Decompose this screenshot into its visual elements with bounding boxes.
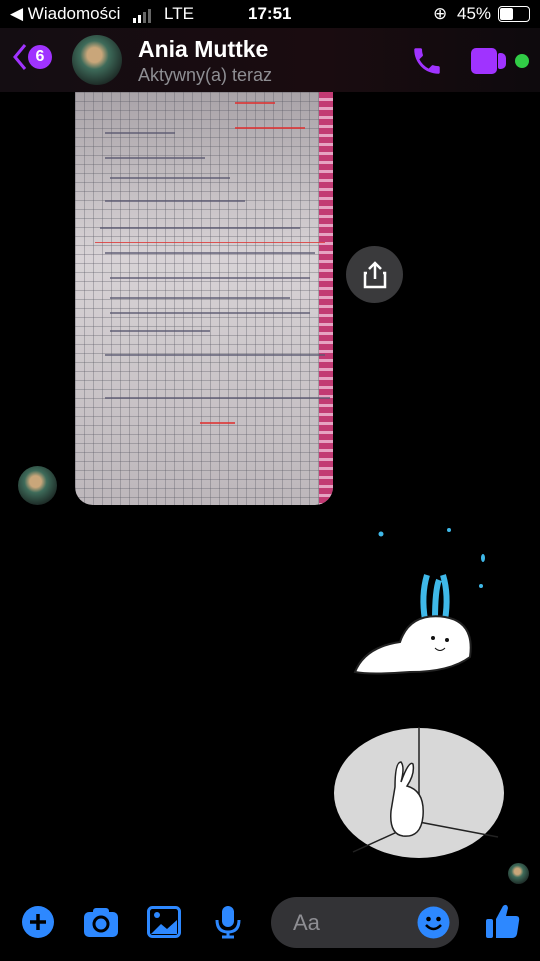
chevron-left-icon bbox=[13, 44, 27, 70]
battery-icon bbox=[498, 6, 530, 22]
video-call-button[interactable] bbox=[471, 48, 509, 74]
sticker-bunny-crying[interactable] bbox=[345, 520, 490, 690]
share-button[interactable] bbox=[346, 246, 403, 303]
presence-status: Aktywny(a) teraz bbox=[138, 65, 273, 85]
share-icon bbox=[363, 260, 386, 288]
gallery-button[interactable] bbox=[147, 906, 181, 938]
signal-icon bbox=[133, 9, 151, 23]
photo-message-math-notes[interactable] bbox=[75, 92, 333, 505]
like-button[interactable] bbox=[485, 902, 521, 940]
message-input[interactable]: Aa bbox=[271, 897, 459, 948]
add-more-button[interactable] bbox=[22, 906, 54, 938]
unread-badge: 6 bbox=[28, 45, 52, 69]
message-placeholder: Aa bbox=[293, 910, 320, 935]
back-button[interactable]: 6 bbox=[12, 42, 52, 72]
battery-percent: 45% bbox=[457, 4, 492, 23]
online-indicator bbox=[515, 54, 529, 68]
contact-avatar[interactable] bbox=[72, 35, 122, 85]
camera-button[interactable] bbox=[83, 906, 119, 938]
sender-avatar[interactable] bbox=[18, 466, 57, 505]
read-receipt-avatar bbox=[508, 863, 529, 884]
contact-name[interactable]: Ania Muttke bbox=[138, 36, 268, 63]
carrier: LTE bbox=[164, 4, 194, 23]
rotation-lock-icon: ⊕ bbox=[433, 4, 448, 23]
clock: 17:51 bbox=[248, 4, 292, 23]
phone-call-button[interactable] bbox=[410, 44, 444, 78]
microphone-button[interactable] bbox=[214, 905, 242, 939]
sticker-bunny-corner[interactable] bbox=[333, 727, 505, 859]
emoji-button[interactable] bbox=[417, 906, 450, 939]
back-to-app[interactable]: ◀ Wiadomości bbox=[10, 4, 120, 24]
